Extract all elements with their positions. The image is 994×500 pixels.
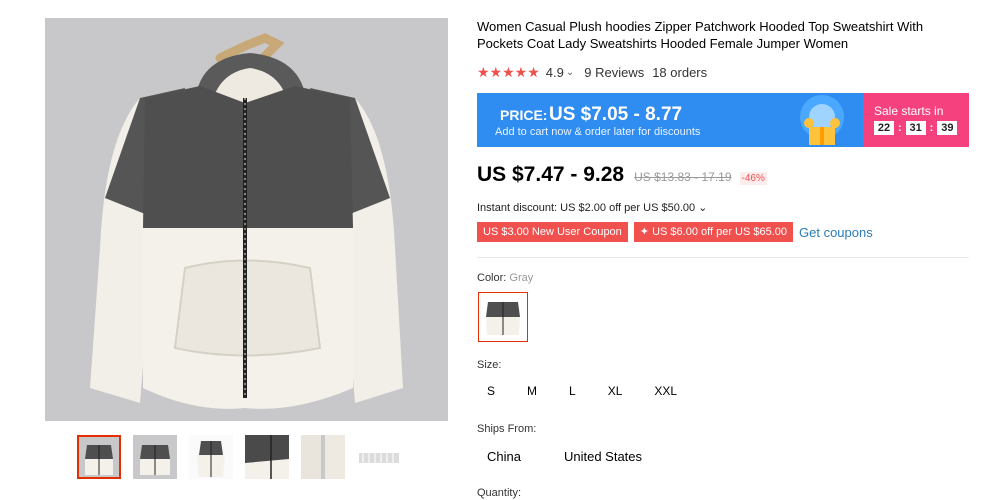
current-price: US $7.47 - 9.28 (477, 163, 625, 186)
sale-label: Sale starts in (874, 104, 944, 118)
chevron-down-icon[interactable]: ⌄ (566, 67, 574, 78)
hoodie-thumb-image (301, 435, 345, 479)
thumbnail-4[interactable] (245, 435, 289, 479)
size-option-m[interactable]: M (517, 384, 547, 398)
countdown-timer: 22 : 31 : 39 (874, 121, 958, 135)
ships-option-us[interactable]: United States (554, 449, 652, 464)
price-row: US $7.47 - 9.28 US $13.83 - 17.19 -46% (477, 163, 767, 187)
thumbnail-3[interactable] (189, 435, 233, 479)
product-title: Women Casual Plush hoodies Zipper Patchw… (477, 19, 924, 51)
size-label: Size: (477, 359, 502, 371)
color-label: Color: Gray (477, 272, 534, 284)
orders-count: 18 orders (652, 65, 708, 80)
hoodie-swatch-image (479, 293, 527, 341)
banner-price-section: PRICE: US $7.05 - 8.77 Add to cart now &… (477, 93, 863, 147)
ships-from-label: Ships From: (477, 423, 537, 435)
thumbnail-2[interactable] (133, 435, 177, 479)
size-option-xxl[interactable]: XXL (644, 384, 687, 398)
size-options: S M L XL XXL (477, 384, 699, 398)
original-price: US $13.83 - 17.19 (634, 170, 732, 184)
reviews-link[interactable]: 9 Reviews (584, 65, 644, 80)
quantity-label: Quantity: (477, 487, 522, 499)
color-option-gray[interactable] (478, 292, 528, 342)
hoodie-thumb-image (79, 437, 119, 477)
instant-discount[interactable]: Instant discount: US $2.00 off per US $5… (477, 201, 707, 214)
size-option-xl[interactable]: XL (598, 384, 633, 398)
timer-seconds: 39 (937, 121, 958, 135)
banner-subtitle: Add to cart now & order later for discou… (495, 126, 701, 138)
promo-banner: PRICE: US $7.05 - 8.77 Add to cart now &… (477, 93, 969, 147)
hoodie-thumb-image (133, 435, 177, 479)
color-value: Gray (509, 272, 534, 284)
gift-icon (800, 95, 844, 145)
thumbnail-1[interactable] (77, 435, 121, 479)
banner-price-value: US $7.05 - 8.77 (549, 104, 683, 125)
hoodie-thumb-image (357, 435, 401, 479)
thumbnail-strip (77, 435, 401, 479)
hoodie-thumb-image (245, 435, 289, 479)
timer-hours: 22 (874, 121, 894, 135)
rating-score[interactable]: 4.9 (546, 65, 564, 80)
size-option-s[interactable]: S (477, 384, 505, 398)
timer-minutes: 31 (905, 121, 926, 135)
banner-sale-section: Sale starts in 22 : 31 : 39 (863, 93, 969, 147)
hoodie-thumb-image (189, 435, 233, 479)
ships-from-options: China United States (477, 449, 675, 464)
store-coupon[interactable]: ✦ US $6.00 off per US $65.00 (633, 222, 794, 242)
product-main-image[interactable] (45, 18, 448, 421)
star-icon: ★★★★★ (477, 64, 540, 80)
get-coupons-link[interactable]: Get coupons (799, 225, 873, 240)
discount-badge: -46% (739, 172, 767, 185)
rating-row: ★★★★★ 4.9 ⌄ 9 Reviews 18 orders (477, 64, 707, 81)
size-option-l[interactable]: L (559, 384, 586, 398)
divider (477, 257, 969, 258)
hoodie-image (45, 18, 448, 421)
ships-option-china[interactable]: China (477, 449, 531, 464)
new-user-coupon[interactable]: US $3.00 New User Coupon (477, 222, 628, 242)
thumbnail-5[interactable] (301, 435, 345, 479)
coupons-row: US $3.00 New User Coupon ✦ US $6.00 off … (477, 222, 873, 242)
banner-price-label: PRICE: (500, 107, 548, 123)
thumbnail-6[interactable] (357, 435, 401, 479)
